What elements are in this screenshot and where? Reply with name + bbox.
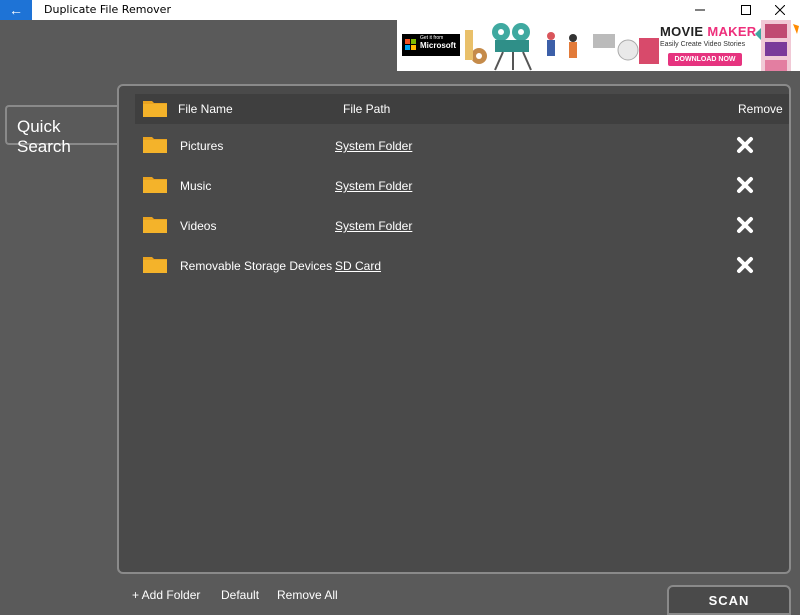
film-strip-icon <box>755 20 799 71</box>
folder-name: Removable Storage Devices <box>180 259 333 273</box>
ad-subtitle: Easily Create Video Stories <box>660 41 746 48</box>
minimize-button[interactable] <box>677 0 723 20</box>
folder-icon <box>143 137 167 153</box>
folder-name: Music <box>180 179 212 193</box>
table-header: File Name File Path Remove <box>135 94 789 124</box>
maximize-icon <box>741 5 751 15</box>
folder-path-link[interactable]: System Folder <box>335 179 412 193</box>
header-remove: Remove <box>738 102 783 116</box>
ad-banner[interactable]: Get it from Microsoft MOVIE MAKER Easily… <box>397 20 800 71</box>
header-file-path: File Path <box>343 102 391 116</box>
back-arrow-icon: ← <box>9 2 23 18</box>
folder-icon <box>143 217 167 233</box>
close-icon <box>775 5 785 15</box>
ad-title: MOVIE MAKER <box>660 24 757 39</box>
folder-icon <box>143 177 167 193</box>
folder-path-link[interactable]: System Folder <box>335 139 412 153</box>
table-row: Videos System Folder <box>135 211 789 241</box>
close-button[interactable] <box>760 0 800 20</box>
window-title: Duplicate File Remover <box>44 3 171 16</box>
minimize-icon <box>695 9 705 11</box>
quick-search-label: Quick Search <box>17 117 71 156</box>
folder-list-panel: File Name File Path Remove Pictures Syst… <box>117 84 791 574</box>
download-now-button[interactable]: DOWNLOAD NOW <box>668 53 742 66</box>
table-row: Pictures System Folder <box>135 131 789 161</box>
remove-icon[interactable] <box>735 215 755 235</box>
quick-search-tab[interactable]: Quick Search <box>5 105 119 156</box>
title-bar: ← Duplicate File Remover <box>0 0 800 20</box>
movie-illustration-icon <box>465 23 659 71</box>
folder-path-link[interactable]: System Folder <box>335 219 412 233</box>
header-file-name: File Name <box>178 102 233 116</box>
table-row: Music System Folder <box>135 171 789 201</box>
microsoft-store-badge[interactable]: Get it from Microsoft <box>402 34 460 56</box>
folder-path-link[interactable]: SD Card <box>335 259 381 273</box>
folder-name: Videos <box>180 219 217 233</box>
remove-icon[interactable] <box>735 255 755 275</box>
microsoft-logo-icon <box>405 39 417 51</box>
scan-button[interactable]: SCAN <box>667 585 791 615</box>
remove-icon[interactable] <box>735 175 755 195</box>
back-button[interactable]: ← <box>0 0 32 20</box>
remove-icon[interactable] <box>735 135 755 155</box>
folder-icon <box>143 101 167 117</box>
store-badge-big-text: Microsoft <box>420 41 456 50</box>
folder-icon <box>143 257 167 273</box>
table-row: Removable Storage Devices SD Card <box>135 251 789 281</box>
folder-name: Pictures <box>180 139 224 153</box>
